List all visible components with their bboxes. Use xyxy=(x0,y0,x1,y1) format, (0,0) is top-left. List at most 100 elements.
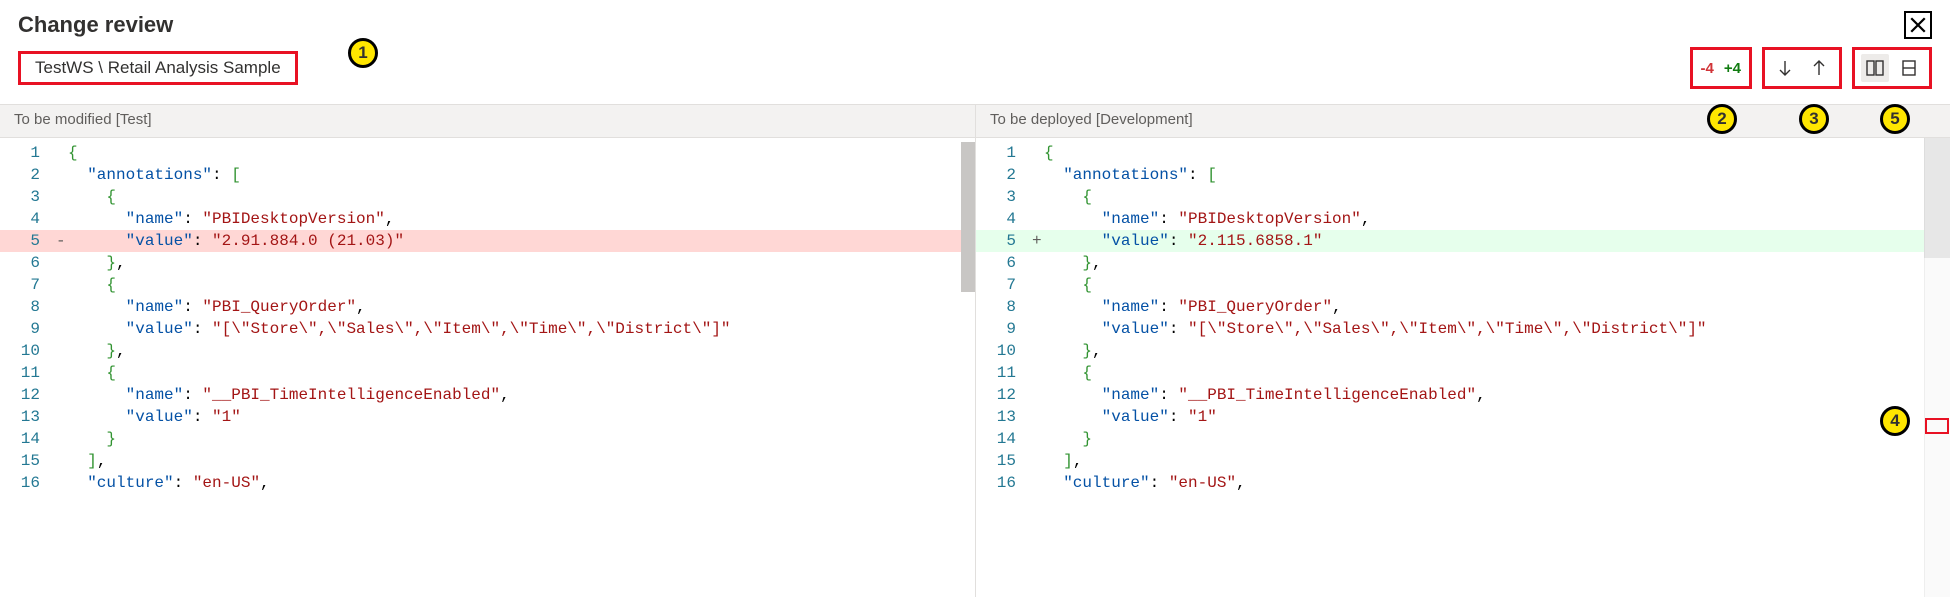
code-content: "value": "[\"Store\",\"Sales\",\"Item\",… xyxy=(1044,318,1950,340)
code-line: 14 } xyxy=(0,428,975,450)
diff-sign xyxy=(1032,340,1044,362)
line-number: 5 xyxy=(0,230,56,252)
minimap-viewport[interactable] xyxy=(1924,138,1950,258)
nav-diff-group xyxy=(1762,47,1842,89)
line-number: 9 xyxy=(976,318,1032,340)
diff-sign xyxy=(56,296,68,318)
removed-count: -4 xyxy=(1699,60,1716,77)
code-content: } xyxy=(1044,428,1950,450)
callout-1: 1 xyxy=(348,38,378,68)
left-scroll-thumb[interactable] xyxy=(961,142,975,292)
diff-sign xyxy=(56,362,68,384)
view-mode-group xyxy=(1852,47,1932,89)
side-by-side-button[interactable] xyxy=(1861,54,1889,82)
callout-4: 4 xyxy=(1880,406,1910,436)
right-pane[interactable]: 1{2 "annotations": [3 {4 "name": "PBIDes… xyxy=(975,138,1950,597)
diff-sign xyxy=(1032,384,1044,406)
arrow-up-icon xyxy=(1809,58,1829,78)
line-number: 10 xyxy=(976,340,1032,362)
code-line: 16 "culture": "en-US", xyxy=(0,472,975,494)
added-count: +4 xyxy=(1722,60,1743,77)
line-number: 2 xyxy=(0,164,56,186)
code-content: "annotations": [ xyxy=(68,164,975,186)
breadcrumb: TestWS \ Retail Analysis Sample xyxy=(18,51,298,85)
code-line: 8 "name": "PBI_QueryOrder", xyxy=(976,296,1950,318)
diff-count-group: -4 +4 xyxy=(1690,47,1752,89)
diff-sign xyxy=(1032,142,1044,164)
line-number: 3 xyxy=(0,186,56,208)
line-number: 8 xyxy=(0,296,56,318)
line-number: 1 xyxy=(976,142,1032,164)
diff-sign xyxy=(56,274,68,296)
code-line: 10 }, xyxy=(976,340,1950,362)
code-content: }, xyxy=(1044,252,1950,274)
callout-3: 3 xyxy=(1799,104,1829,134)
line-number: 14 xyxy=(976,428,1032,450)
left-pane[interactable]: 1{2 "annotations": [3 {4 "name": "PBIDes… xyxy=(0,138,975,597)
code-content: ], xyxy=(68,450,975,472)
line-number: 11 xyxy=(976,362,1032,384)
code-content: { xyxy=(1044,362,1950,384)
diff-sign xyxy=(56,472,68,494)
diff-sign xyxy=(1032,406,1044,428)
diff-sign xyxy=(1032,296,1044,318)
line-number: 4 xyxy=(976,208,1032,230)
line-number: 3 xyxy=(976,186,1032,208)
line-number: 8 xyxy=(976,296,1032,318)
diff-sign xyxy=(56,164,68,186)
diff-sign xyxy=(56,142,68,164)
code-line: 4 "name": "PBIDesktopVersion", xyxy=(0,208,975,230)
callout-5: 5 xyxy=(1880,104,1910,134)
code-content: { xyxy=(1044,274,1950,296)
line-number: 7 xyxy=(976,274,1032,296)
line-number: 13 xyxy=(0,406,56,428)
diff-sign xyxy=(56,318,68,340)
diff-sign xyxy=(1032,274,1044,296)
prev-diff-button[interactable] xyxy=(1805,54,1833,82)
code-line: 4 "name": "PBIDesktopVersion", xyxy=(976,208,1950,230)
diff-sign xyxy=(56,384,68,406)
next-diff-button[interactable] xyxy=(1771,54,1799,82)
diff-sign xyxy=(56,406,68,428)
code-content: "value": "2.91.884.0 (21.03)" xyxy=(68,230,975,252)
diff-sign xyxy=(1032,428,1044,450)
line-number: 1 xyxy=(0,142,56,164)
diff-sign xyxy=(1032,252,1044,274)
code-content: "culture": "en-US", xyxy=(1044,472,1950,494)
diff-sign xyxy=(56,252,68,274)
code-content: "value": "1" xyxy=(68,406,975,428)
code-content: "name": "PBIDesktopVersion", xyxy=(1044,208,1950,230)
code-content: { xyxy=(68,142,975,164)
code-content: "value": "[\"Store\",\"Sales\",\"Item\",… xyxy=(68,318,975,340)
left-pane-header: To be modified [Test] xyxy=(0,105,975,137)
line-number: 16 xyxy=(0,472,56,494)
diff-sign xyxy=(1032,186,1044,208)
code-line: 5- "value": "2.91.884.0 (21.03)" xyxy=(0,230,975,252)
code-line: 15 ], xyxy=(976,450,1950,472)
diff-sign xyxy=(56,428,68,450)
code-line: 6 }, xyxy=(976,252,1950,274)
code-line: 11 { xyxy=(976,362,1950,384)
minimap[interactable] xyxy=(1924,138,1950,597)
code-line: 13 "value": "1" xyxy=(0,406,975,428)
code-content: "name": "PBI_QueryOrder", xyxy=(68,296,975,318)
code-line: 13 "value": "1" xyxy=(976,406,1950,428)
line-number: 14 xyxy=(0,428,56,450)
diff-sign xyxy=(1032,164,1044,186)
minimap-marker xyxy=(1925,418,1949,434)
line-number: 13 xyxy=(976,406,1032,428)
close-button[interactable] xyxy=(1904,11,1932,39)
code-line: 2 "annotations": [ xyxy=(0,164,975,186)
code-line: 12 "name": "__PBI_TimeIntelligenceEnable… xyxy=(0,384,975,406)
code-content: }, xyxy=(68,340,975,362)
code-line: 2 "annotations": [ xyxy=(976,164,1950,186)
diff-sign xyxy=(56,340,68,362)
code-line: 1{ xyxy=(976,142,1950,164)
code-line: 3 { xyxy=(0,186,975,208)
code-content: { xyxy=(68,362,975,384)
line-number: 5 xyxy=(976,230,1032,252)
inline-view-button[interactable] xyxy=(1895,54,1923,82)
diff-sign: + xyxy=(1032,230,1044,252)
code-line: 12 "name": "__PBI_TimeIntelligenceEnable… xyxy=(976,384,1950,406)
code-content: { xyxy=(68,274,975,296)
